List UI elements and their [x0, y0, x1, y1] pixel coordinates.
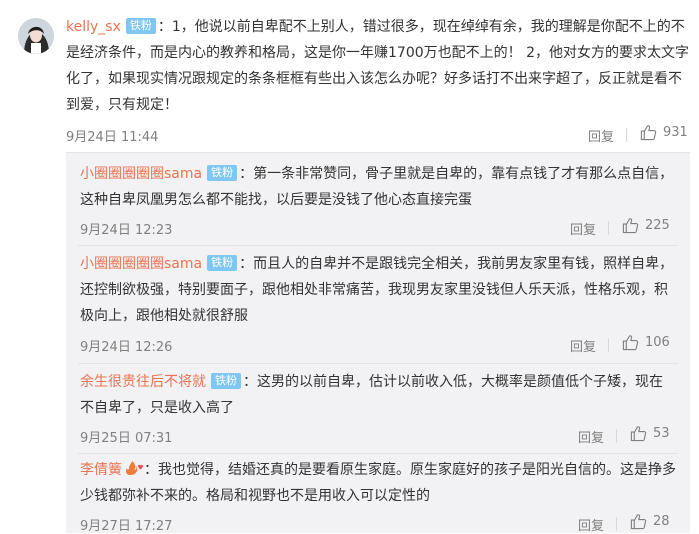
fire-heart-icon	[126, 461, 143, 475]
thumbs-up-icon	[622, 218, 639, 234]
reply-button[interactable]: 回复	[570, 219, 596, 238]
reply-separator	[78, 453, 678, 454]
fan-badge: 铁粉	[207, 255, 238, 271]
fan-badge: 铁粉	[125, 18, 156, 34]
thumbs-up-icon	[622, 335, 639, 351]
reply-username[interactable]: 余生很贵往后不将就	[80, 374, 206, 390]
like-button[interactable]: 106	[622, 334, 670, 351]
reply-username[interactable]: 李倩簧	[80, 462, 122, 478]
reply-item: 小圈圈圈圈圈sama 铁粉 ：而且人的自卑并不是跟钱完全相关，我前男友家里有钱，照样…	[80, 251, 676, 329]
reply-separator	[78, 245, 678, 246]
reply-list: 小圈圈圈圈圈sama 铁粉 ：第一条非常赞同，骨子里就是自卑的，靠有点钱了才有那么点…	[66, 152, 690, 534]
comment-text: ：1，他说以前自卑配不上别人，错过很多，现在绰绰有余，我的理解是你配不上的不是经…	[66, 19, 689, 113]
avatar[interactable]	[18, 18, 54, 54]
reply-button[interactable]: 回复	[588, 126, 614, 145]
reply-button[interactable]: 回复	[570, 336, 596, 355]
reply-button[interactable]: 回复	[578, 427, 604, 446]
like-count: 931	[663, 125, 688, 140]
thumbs-up-icon	[630, 514, 647, 530]
like-count: 28	[653, 514, 670, 529]
divider	[616, 517, 617, 531]
reply-time: 9月24日 12:23	[80, 223, 173, 238]
reply-body: 小圈圈圈圈圈sama 铁粉 ：第一条非常赞同，骨子里就是自卑的，靠有点钱了才有那么点…	[80, 161, 676, 213]
fan-badge: 铁粉	[207, 165, 238, 181]
comment-time: 9月24日 11:44	[66, 130, 159, 145]
reply-time: 9月24日 12:26	[80, 340, 173, 355]
divider	[626, 128, 627, 142]
divider	[608, 221, 609, 235]
reply-body: 李倩簧 ：我也觉得，结婚还真的是要看原生家庭。原生家庭好的孩子是阳光自信的。这是…	[80, 457, 676, 509]
like-count: 225	[645, 218, 670, 233]
thumbs-up-icon	[640, 125, 657, 141]
like-button[interactable]: 53	[630, 425, 670, 442]
fan-badge: 铁粉	[211, 373, 241, 389]
reply-text: ：我也觉得，结婚还真的是要看原生家庭。原生家庭好的孩子是阳光自信的。这是挣多少钱…	[80, 462, 676, 504]
reply-item: 李倩簧 ：我也觉得，结婚还真的是要看原生家庭。原生家庭好的孩子是阳光自信的。这是…	[80, 457, 676, 509]
reply-username[interactable]: 小圈圈圈圈圈sama	[80, 166, 202, 182]
reply-separator	[78, 363, 678, 364]
reply-body: 余生很贵往后不将就 铁粉 ：这男的以前自卑，估计以前收入低，大概率是颜值低个子矮，现…	[80, 369, 676, 421]
like-count: 53	[653, 426, 670, 441]
main-comment-body: kelly_sx 铁粉 ：1，他说以前自卑配不上别人，错过很多，现在绰绰有余，我的理…	[66, 14, 691, 118]
like-button[interactable]: 225	[622, 217, 670, 234]
reply-username[interactable]: 小圈圈圈圈圈sama	[80, 256, 202, 272]
divider	[616, 429, 617, 443]
reply-body: 小圈圈圈圈圈sama 铁粉 ：而且人的自卑并不是跟钱完全相关，我前男友家里有钱，照样…	[80, 251, 676, 329]
like-button[interactable]: 931	[640, 124, 688, 141]
thumbs-up-icon	[630, 426, 647, 442]
divider	[608, 338, 609, 352]
reply-item: 余生很贵往后不将就 铁粉 ：这男的以前自卑，估计以前收入低，大概率是颜值低个子矮，现…	[80, 369, 676, 421]
reply-item: 小圈圈圈圈圈sama 铁粉 ：第一条非常赞同，骨子里就是自卑的，靠有点钱了才有那么点…	[80, 161, 676, 213]
comment-username[interactable]: kelly_sx	[66, 19, 121, 35]
like-count: 106	[645, 335, 670, 350]
like-button[interactable]: 28	[630, 513, 670, 530]
reply-time: 9月25日 07:31	[80, 431, 173, 446]
